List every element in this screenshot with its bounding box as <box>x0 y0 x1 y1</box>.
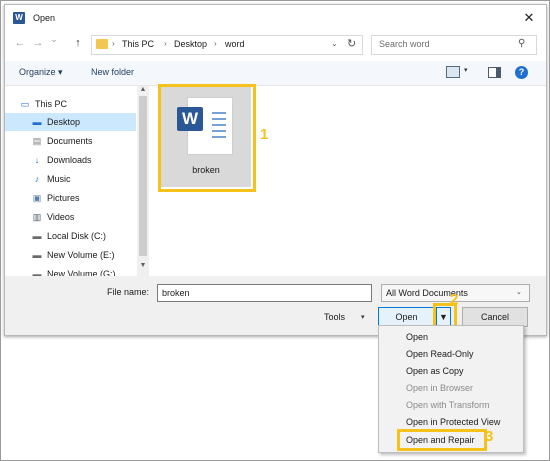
music-icon: ♪ <box>34 174 40 184</box>
menu-item-label: Open in Browser <box>406 383 474 393</box>
menu-item-label: Open Read-Only <box>406 349 474 359</box>
window-title: Open <box>33 13 56 23</box>
sidebar-item-videos[interactable]: ▥ Videos <box>5 208 136 226</box>
search-icon: ⚲ <box>518 38 526 49</box>
menu-item-label: Open as Copy <box>406 366 464 376</box>
change-view-icon[interactable] <box>446 66 460 78</box>
open-dialog: W Open ✕ ← → ⌄ ↑ › This PC › Desktop › w… <box>4 4 547 336</box>
back-arrow-icon[interactable]: ← <box>13 37 27 49</box>
address-dropdown-icon[interactable]: ⌄ <box>331 39 338 48</box>
menu-item-open-read-only[interactable]: Open Read-Only <box>379 346 523 362</box>
downloads-icon: ↓ <box>34 155 40 165</box>
sidebar-item-documents[interactable]: ▤ Documents <box>5 132 136 150</box>
recent-locations-icon[interactable]: ⌄ <box>47 34 61 45</box>
breadcrumb-separator: › <box>112 39 115 48</box>
desktop-icon: ▬ <box>32 117 42 127</box>
open-button[interactable]: Open <box>378 307 435 327</box>
sidebar-item-this-pc[interactable]: ▭ This PC <box>5 95 136 113</box>
chevron-down-icon: ▾ <box>58 67 63 77</box>
callout-number-1: 1 <box>260 126 269 143</box>
tools-button[interactable]: Tools <box>324 312 345 322</box>
videos-icon: ▥ <box>32 212 42 222</box>
callout-number-2: 2 <box>450 291 459 308</box>
sidebar-item-new-volume-e[interactable]: ▬ New Volume (E:) <box>5 246 136 264</box>
highlight-box-1 <box>158 84 256 192</box>
search-input[interactable]: Search word ⚲ <box>371 35 537 55</box>
sidebar-item-label: Downloads <box>47 155 92 165</box>
navigation-scrollbar[interactable]: ▲ ▼ <box>137 86 149 276</box>
navigation-pane: ▭ This PC ▬ Desktop ▤ Documents ↓ Downlo… <box>5 86 146 279</box>
file-name-value: broken <box>162 288 190 298</box>
drive-icon: ▬ <box>32 231 42 241</box>
help-icon[interactable]: ? <box>515 66 528 79</box>
breadcrumb-separator: › <box>164 39 167 48</box>
sidebar-item-label: Music <box>47 174 71 184</box>
chevron-down-icon: ⌄ <box>516 289 522 296</box>
menu-item-open-in-browser: Open in Browser <box>379 380 523 396</box>
breadcrumb-desktop[interactable]: Desktop <box>174 39 207 49</box>
callout-number-3: 3 <box>485 428 494 445</box>
documents-icon: ▤ <box>32 136 42 146</box>
view-options-chevron-icon[interactable]: ▾ <box>464 66 468 74</box>
forward-arrow-icon[interactable]: → <box>31 37 45 49</box>
sidebar-item-music[interactable]: ♪ Music <box>5 170 136 188</box>
tools-chevron-icon[interactable]: ▾ <box>361 313 365 321</box>
search-placeholder: Search word <box>379 39 430 49</box>
title-bar: W Open ✕ <box>5 5 546 31</box>
breadcrumb-separator: › <box>214 39 217 48</box>
breadcrumb-this-pc[interactable]: This PC <box>122 39 154 49</box>
sidebar-item-label: Documents <box>47 136 93 146</box>
cancel-button[interactable]: Cancel <box>462 307 528 327</box>
up-arrow-icon[interactable]: ↑ <box>71 37 85 49</box>
sidebar-item-label: This PC <box>35 99 68 109</box>
menu-item-label: Open with Transform <box>406 400 490 410</box>
sidebar-item-pictures[interactable]: ▣ Pictures <box>5 189 136 207</box>
file-name-input[interactable]: broken <box>157 284 372 302</box>
command-toolbar: Organize ▾ New folder ▾ ? <box>5 61 546 86</box>
close-icon[interactable]: ✕ <box>519 9 539 27</box>
menu-item-open-in-protected-view[interactable]: Open in Protected View <box>379 414 523 430</box>
menu-item-label: Open in Protected View <box>406 417 501 427</box>
sidebar-item-desktop[interactable]: ▬ Desktop <box>5 113 136 131</box>
menu-item-open-as-copy[interactable]: Open as Copy <box>379 363 523 379</box>
file-list-area: W broken 1 <box>150 84 545 276</box>
organize-label: Organize <box>19 67 56 77</box>
drive-icon: ▬ <box>32 250 42 260</box>
open-button-label: Open <box>395 312 418 322</box>
scroll-down-icon[interactable]: ▼ <box>137 262 149 274</box>
pictures-icon: ▣ <box>32 193 42 203</box>
scroll-thumb[interactable] <box>139 96 147 256</box>
menu-item-open[interactable]: Open <box>379 329 523 345</box>
menu-item-open-with-transform: Open with Transform <box>379 397 523 413</box>
sidebar-item-label: Local Disk (C:) <box>47 231 107 241</box>
sidebar-item-label: Videos <box>47 212 75 222</box>
sidebar-item-label: Desktop <box>47 117 81 127</box>
file-name-label: File name: <box>107 287 150 297</box>
cancel-button-label: Cancel <box>480 312 509 322</box>
new-folder-button[interactable]: New folder <box>91 67 134 77</box>
sidebar-item-downloads[interactable]: ↓ Downloads <box>5 151 136 169</box>
word-app-icon: W <box>13 12 25 24</box>
address-bar[interactable]: › This PC › Desktop › word ⌄ ↻ <box>91 35 363 55</box>
breadcrumb-word[interactable]: word <box>225 39 245 49</box>
sidebar-item-label: New Volume (E:) <box>47 250 115 260</box>
highlight-box-3 <box>397 429 487 451</box>
scroll-up-icon[interactable]: ▲ <box>137 86 149 96</box>
sidebar-item-label: Pictures <box>47 193 80 203</box>
organize-button[interactable]: Organize ▾ <box>19 67 63 78</box>
sidebar-item-local-disk-c[interactable]: ▬ Local Disk (C:) <box>5 227 136 245</box>
menu-item-label: Open <box>406 332 429 342</box>
computer-icon: ▭ <box>20 99 30 109</box>
folder-icon <box>96 39 108 49</box>
refresh-icon[interactable]: ↻ <box>347 37 356 50</box>
preview-pane-icon[interactable] <box>488 67 501 78</box>
